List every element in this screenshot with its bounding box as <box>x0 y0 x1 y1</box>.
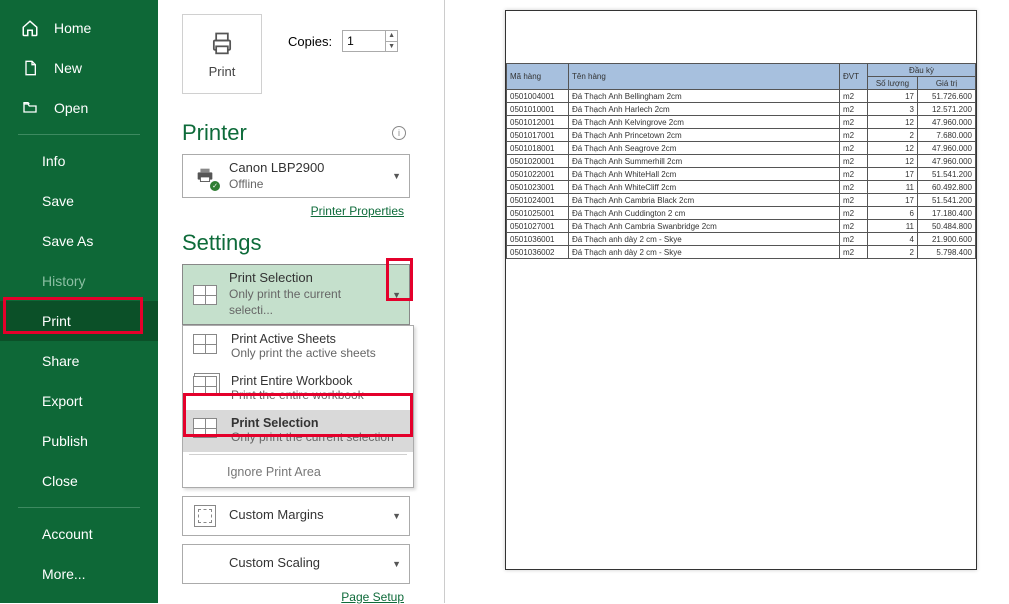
sidebar-item-save[interactable]: Save <box>0 181 158 221</box>
blank-icon <box>191 550 219 578</box>
chevron-down-icon: ▼ <box>392 559 401 569</box>
document-icon <box>20 58 40 78</box>
home-icon <box>20 18 40 38</box>
sidebar-item-print[interactable]: Print <box>0 301 158 341</box>
ignore-print-area[interactable]: Ignore Print Area <box>183 457 413 487</box>
sheet-selection-icon <box>191 281 219 309</box>
margins-select[interactable]: Custom Margins ▼ <box>182 496 410 536</box>
sidebar-item-home[interactable]: Home <box>0 8 158 48</box>
info-icon[interactable]: i <box>392 126 406 140</box>
printer-section-title: Printer <box>182 120 247 146</box>
print-what-sub: Only print the current selecti... <box>229 287 382 318</box>
copies-label: Copies: <box>288 34 332 49</box>
sidebar-label: Home <box>54 20 91 36</box>
scaling-select[interactable]: Custom Scaling ▼ <box>182 544 410 584</box>
chevron-down-icon: ▼ <box>392 511 401 521</box>
preview-page: Mã hàngTên hàngĐVTĐầu kỳSố lượngGiá trị0… <box>505 10 977 570</box>
sheet-selection-icon <box>193 418 221 446</box>
print-button[interactable]: Print <box>182 14 262 94</box>
divider <box>189 454 407 455</box>
ok-badge-icon <box>209 180 221 192</box>
print-settings-panel: Print Copies: ▲▼ Printer i Canon LBP2900… <box>158 0 444 603</box>
sidebar-label: Open <box>54 100 88 116</box>
spinner-up[interactable]: ▲ <box>386 31 397 42</box>
sidebar-item-export[interactable]: Export <box>0 381 158 421</box>
printer-status-icon <box>191 162 219 190</box>
sidebar-item-open[interactable]: Open <box>0 88 158 128</box>
printer-name: Canon LBP2900 <box>229 160 382 177</box>
chevron-down-icon: ▼ <box>392 171 401 181</box>
print-what-dropdown: Print Active SheetsOnly print the active… <box>182 325 414 488</box>
spinner-down[interactable]: ▼ <box>386 42 397 52</box>
print-preview: Mã hàngTên hàngĐVTĐầu kỳSố lượngGiá trị0… <box>444 0 1009 603</box>
sidebar-item-new[interactable]: New <box>0 48 158 88</box>
printer-select[interactable]: Canon LBP2900 Offline ▼ <box>182 154 410 198</box>
chevron-down-icon: ▼ <box>392 290 401 300</box>
backstage-sidebar: Home New Open Info Save Save As History … <box>0 0 158 603</box>
option-active-sheets[interactable]: Print Active SheetsOnly print the active… <box>183 326 413 368</box>
print-what-title: Print Selection <box>229 270 382 287</box>
settings-section-title: Settings <box>182 230 262 256</box>
copies-input[interactable] <box>343 31 385 51</box>
preview-data-table: Mã hàngTên hàngĐVTĐầu kỳSố lượngGiá trị0… <box>506 63 976 259</box>
option-print-selection[interactable]: Print SelectionOnly print the current se… <box>183 410 413 452</box>
sidebar-item-account[interactable]: Account <box>0 514 158 554</box>
sidebar-item-publish[interactable]: Publish <box>0 421 158 461</box>
sheet-icon <box>193 334 221 362</box>
sidebar-item-share[interactable]: Share <box>0 341 158 381</box>
folder-open-icon <box>20 98 40 118</box>
page-setup-link[interactable]: Page Setup <box>182 590 404 604</box>
sidebar-item-info[interactable]: Info <box>0 141 158 181</box>
printer-icon <box>206 30 238 58</box>
workbook-icon <box>193 376 221 404</box>
divider <box>18 134 140 135</box>
margins-label: Custom Margins <box>229 507 382 524</box>
sidebar-label: New <box>54 60 82 76</box>
print-label: Print <box>209 64 236 79</box>
scaling-label: Custom Scaling <box>229 555 382 572</box>
printer-properties-link[interactable]: Printer Properties <box>182 204 404 218</box>
copies-spinner[interactable]: ▲▼ <box>342 30 398 52</box>
printer-status: Offline <box>229 177 382 193</box>
sidebar-item-history: History <box>0 261 158 301</box>
sidebar-item-saveas[interactable]: Save As <box>0 221 158 261</box>
option-entire-workbook[interactable]: Print Entire WorkbookPrint the entire wo… <box>183 368 413 410</box>
sidebar-item-more[interactable]: More... <box>0 554 158 594</box>
print-what-select[interactable]: Print Selection Only print the current s… <box>182 264 410 324</box>
divider <box>18 507 140 508</box>
margins-icon <box>191 502 219 530</box>
sidebar-item-close[interactable]: Close <box>0 461 158 501</box>
